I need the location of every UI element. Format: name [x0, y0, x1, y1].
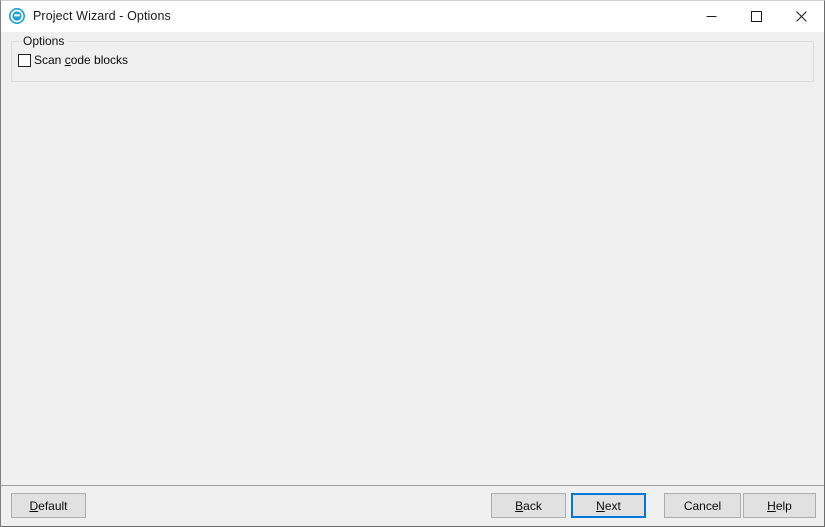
cancel-button[interactable]: Cancel: [664, 493, 741, 518]
next-label-after: ext: [604, 498, 621, 513]
label-part-after: ode blocks: [70, 53, 129, 67]
default-label-mnemonic: D: [29, 498, 39, 513]
project-wizard-window: Project Wizard - Options Options Scan co…: [0, 0, 825, 527]
options-groupbox-legend: Options: [19, 34, 69, 49]
back-button[interactable]: Back: [491, 493, 566, 518]
cancel-label-before: Cancel: [683, 498, 722, 513]
scan-code-blocks-checkbox[interactable]: [18, 53, 31, 67]
help-button[interactable]: Help: [743, 493, 816, 518]
window-controls: [689, 1, 824, 31]
scan-code-blocks-label: Scan code blocks: [34, 53, 128, 67]
window-title: Project Wizard - Options: [33, 9, 171, 23]
default-label-after: efault: [38, 498, 68, 513]
dialog-content: Options Scan code blocks: [1, 32, 824, 485]
default-button[interactable]: Default: [11, 493, 86, 518]
maximize-button[interactable]: [734, 1, 779, 31]
codeblocks-app-icon: [9, 8, 25, 24]
titlebar: Project Wizard - Options: [1, 1, 824, 32]
back-label-mnemonic: B: [515, 498, 524, 513]
scan-code-blocks-checkbox-row[interactable]: Scan code blocks: [18, 53, 128, 67]
close-button[interactable]: [779, 1, 824, 31]
dialog-footer: Default Back Next Cancel Help: [1, 485, 824, 526]
next-label-mnemonic: N: [596, 498, 605, 513]
minimize-button[interactable]: [689, 1, 734, 31]
label-part-before: Scan: [34, 53, 65, 67]
next-button[interactable]: Next: [571, 493, 646, 518]
back-label-after: ack: [523, 498, 542, 513]
minimize-icon: [706, 15, 717, 17]
close-icon: [796, 10, 807, 22]
help-label-after: elp: [775, 498, 792, 513]
options-groupbox: Options Scan code blocks: [11, 34, 814, 82]
maximize-icon: [751, 10, 762, 22]
help-label-mnemonic: H: [767, 498, 776, 513]
